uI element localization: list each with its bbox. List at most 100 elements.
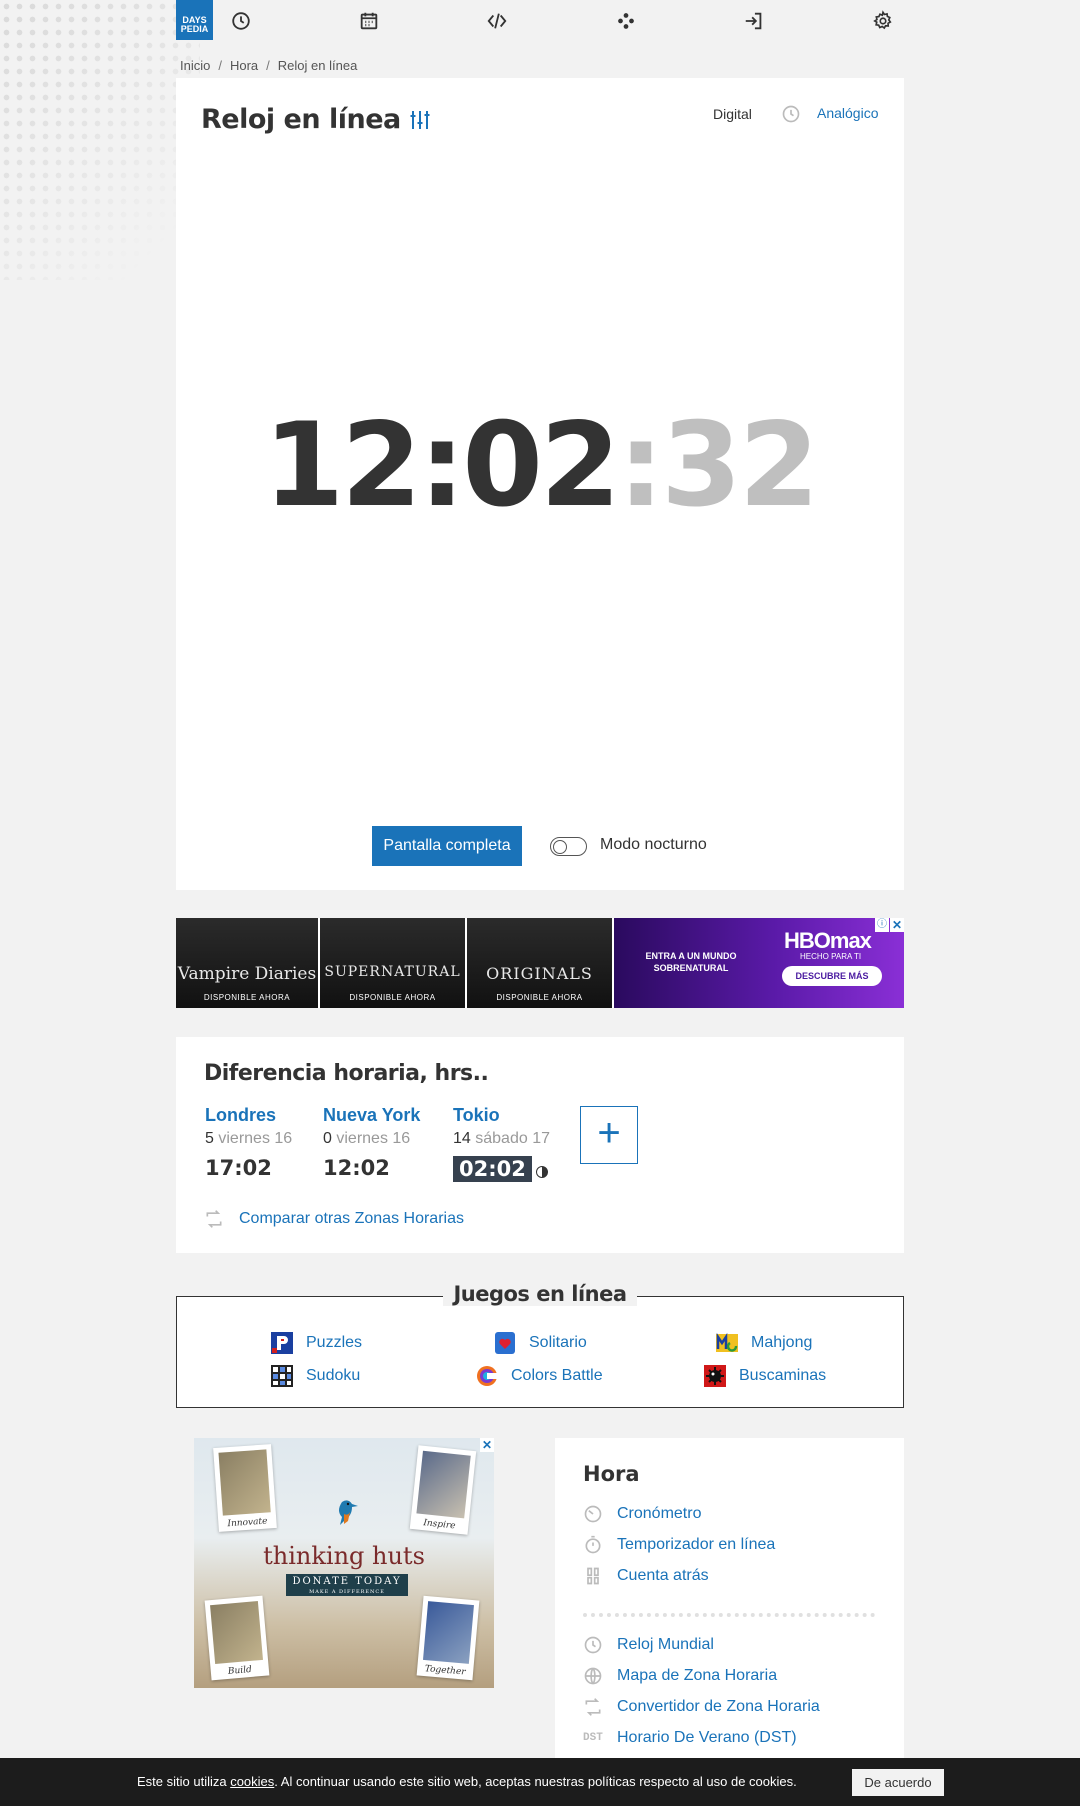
mode-digital-tab[interactable]: Digital — [713, 106, 752, 122]
accept-cookies-button[interactable]: De acuerdo — [852, 1769, 944, 1796]
city-name[interactable]: Londres — [205, 1105, 292, 1126]
sidebar-item-convertidor[interactable]: Convertidor de Zona Horaria — [583, 1697, 820, 1717]
game-colors-battle[interactable]: Colors Battle — [475, 1364, 603, 1388]
cookie-bar: Este sitio utiliza cookies. Al continuar… — [0, 1758, 1080, 1806]
ad-donate-label: DONATE TODAY — [292, 1576, 402, 1587]
city-name[interactable]: Tokio — [453, 1105, 550, 1126]
add-city-button[interactable]: + — [580, 1106, 638, 1164]
night-mode-label: Modo nocturno — [600, 836, 707, 853]
sudoku-grid-icon — [270, 1364, 294, 1388]
sidebar-item-cuenta-atras[interactable]: Cuenta atrás — [583, 1566, 709, 1586]
ad-banner[interactable]: Vampire Diaries DISPONIBLE AHORA SUPERNA… — [176, 918, 904, 1008]
sidebar-item-label: Convertidor de Zona Horaria — [617, 1698, 820, 1715]
ad-tile-title: Vampire Diaries — [177, 964, 317, 984]
ad-hbo-cta[interactable]: DESCUBRE MÁS — [782, 966, 882, 986]
kingfisher-logo — [332, 1498, 358, 1534]
page-title: Reloj en línea — [201, 104, 401, 135]
ad-photo: Build — [204, 1595, 270, 1681]
games-title-text: Juegos en línea — [443, 1282, 637, 1306]
ad-photo-caption: Build — [227, 1664, 253, 1677]
sidebar-item-label: Reloj Mundial — [617, 1636, 714, 1653]
game-sudoku[interactable]: Sudoku — [270, 1364, 360, 1388]
minesweeper-icon — [703, 1364, 727, 1388]
cookies-link[interactable]: cookies — [230, 1774, 274, 1789]
game-solitario[interactable]: Solitario — [493, 1331, 587, 1355]
ad-donate-sub: MAKE A DIFFERENCE — [309, 1589, 385, 1595]
ad-tile[interactable]: SUPERNATURAL DISPONIBLE AHORA — [320, 918, 467, 1008]
gear-icon[interactable] — [872, 10, 894, 32]
solitaire-heart-icon — [493, 1331, 517, 1355]
ad-thinking-huts[interactable]: Innovate Inspire thinking huts DONATE TO… — [194, 1438, 494, 1688]
time-difference-title: Diferencia horaria, hrs.. — [204, 1061, 489, 1086]
city-time: 12:02 — [323, 1156, 390, 1180]
code-icon[interactable] — [486, 10, 508, 32]
ad-hbo-logo: HBOmax — [784, 928, 872, 953]
ad-info-icon[interactable]: ⓘ — [875, 918, 889, 932]
ad-close-icon[interactable]: ✕ — [890, 918, 904, 932]
ad-tile[interactable]: Vampire Diaries DISPONIBLE AHORA — [176, 918, 320, 1008]
game-puzzles[interactable]: Puzzles — [270, 1331, 362, 1355]
clock-icon — [583, 1635, 603, 1655]
sidebar-item-label: Horario De Verano (DST) — [617, 1729, 797, 1746]
globe-icon — [583, 1666, 603, 1686]
clock-seconds: 32 — [661, 398, 819, 533]
breadcrumb-item-hora[interactable]: Hora — [230, 58, 258, 73]
ad-donate-button[interactable]: DONATE TODAY MAKE A DIFFERENCE — [286, 1574, 408, 1596]
game-label: Mahjong — [751, 1334, 813, 1351]
sidebar-hora: Hora Cronómetro Temporizador en línea Cu… — [555, 1438, 904, 1768]
puzzles-icon — [270, 1331, 294, 1355]
sidebar-item-cronometro[interactable]: Cronómetro — [583, 1504, 701, 1524]
breadcrumb-separator: / — [218, 58, 222, 73]
city-name[interactable]: Nueva York — [323, 1105, 420, 1126]
top-nav: DAYS PEDIA — [176, 0, 904, 42]
ad-close-icon[interactable]: ✕ — [480, 1438, 494, 1452]
sidebar-item-reloj-mundial[interactable]: Reloj Mundial — [583, 1635, 714, 1655]
clock-card: Reloj en línea Digital Analógico 12:02:3… — [176, 78, 904, 890]
ad-photo-caption: Together — [424, 1664, 466, 1678]
ad-hbo[interactable]: ENTRA A UN MUNDO SOBRENATURAL HBOmax HEC… — [614, 918, 904, 1008]
city-time: 17:02 — [205, 1156, 272, 1180]
mode-analog-tab[interactable]: Analógico — [817, 105, 879, 121]
background-dots — [0, 0, 200, 280]
dst-icon: DST — [583, 1732, 603, 1744]
breadcrumb-item-inicio[interactable]: Inicio — [180, 58, 210, 73]
clock-icon[interactable] — [230, 10, 252, 32]
ad-hbo-sub: HECHO PARA TI — [800, 952, 862, 961]
sidebar-item-label: Mapa de Zona Horaria — [617, 1667, 778, 1684]
city-time: 02:02 — [453, 1156, 532, 1182]
ad-tile-sub: DISPONIBLE AHORA — [203, 993, 291, 1002]
sidebar-item-temporizador[interactable]: Temporizador en línea — [583, 1535, 775, 1555]
calendar-icon[interactable] — [358, 10, 380, 32]
compare-timezones-link[interactable]: Comparar otras Zonas Horarias — [239, 1210, 464, 1228]
game-label: Buscaminas — [739, 1367, 827, 1384]
games-icon[interactable] — [615, 10, 637, 32]
night-mode-toggle[interactable] — [550, 837, 587, 856]
ad-tile[interactable]: ORIGINALS DISPONIBLE AHORA — [467, 918, 614, 1008]
ad-photo-image — [210, 1601, 264, 1665]
ad-tile-sub: DISPONIBLE AHORA — [496, 993, 583, 1002]
logo[interactable]: DAYS PEDIA — [176, 0, 213, 40]
sidebar-item-dst[interactable]: DST Horario De Verano (DST) — [583, 1728, 797, 1748]
sidebar-item-mapa-zona[interactable]: Mapa de Zona Horaria — [583, 1666, 777, 1686]
ad-hbo-text: ENTRA A UN MUNDO SOBRENATURAL — [645, 951, 737, 973]
city-day: 5 viernes 16 — [205, 1130, 292, 1148]
countdown-icon — [583, 1566, 603, 1586]
ad-tile-title: SUPERNATURAL — [324, 964, 461, 980]
stopwatch-icon — [583, 1504, 603, 1524]
city-day: 14 sábado 17 — [453, 1130, 550, 1148]
settings-sliders-icon[interactable] — [408, 108, 432, 132]
login-icon[interactable] — [743, 10, 765, 32]
breadcrumb-item-current: Reloj en línea — [277, 58, 358, 73]
city-offset: 5 — [205, 1130, 214, 1147]
clock-seconds-separator: : — [617, 398, 664, 533]
sidebar-item-label: Cronómetro — [617, 1505, 702, 1522]
game-buscaminas[interactable]: Buscaminas — [703, 1364, 826, 1388]
time-difference-card: Diferencia horaria, hrs.. Londres 5 vier… — [176, 1037, 904, 1253]
games-title: Juegos en línea — [177, 1282, 903, 1306]
ad-photo: Innovate — [213, 1444, 277, 1532]
ad-photo-image — [416, 1450, 471, 1519]
game-mahjong[interactable]: Mahjong — [715, 1331, 812, 1355]
breadcrumb-separator: / — [266, 58, 270, 73]
colors-battle-icon — [475, 1364, 499, 1388]
fullscreen-button[interactable]: Pantalla completa — [372, 826, 522, 866]
